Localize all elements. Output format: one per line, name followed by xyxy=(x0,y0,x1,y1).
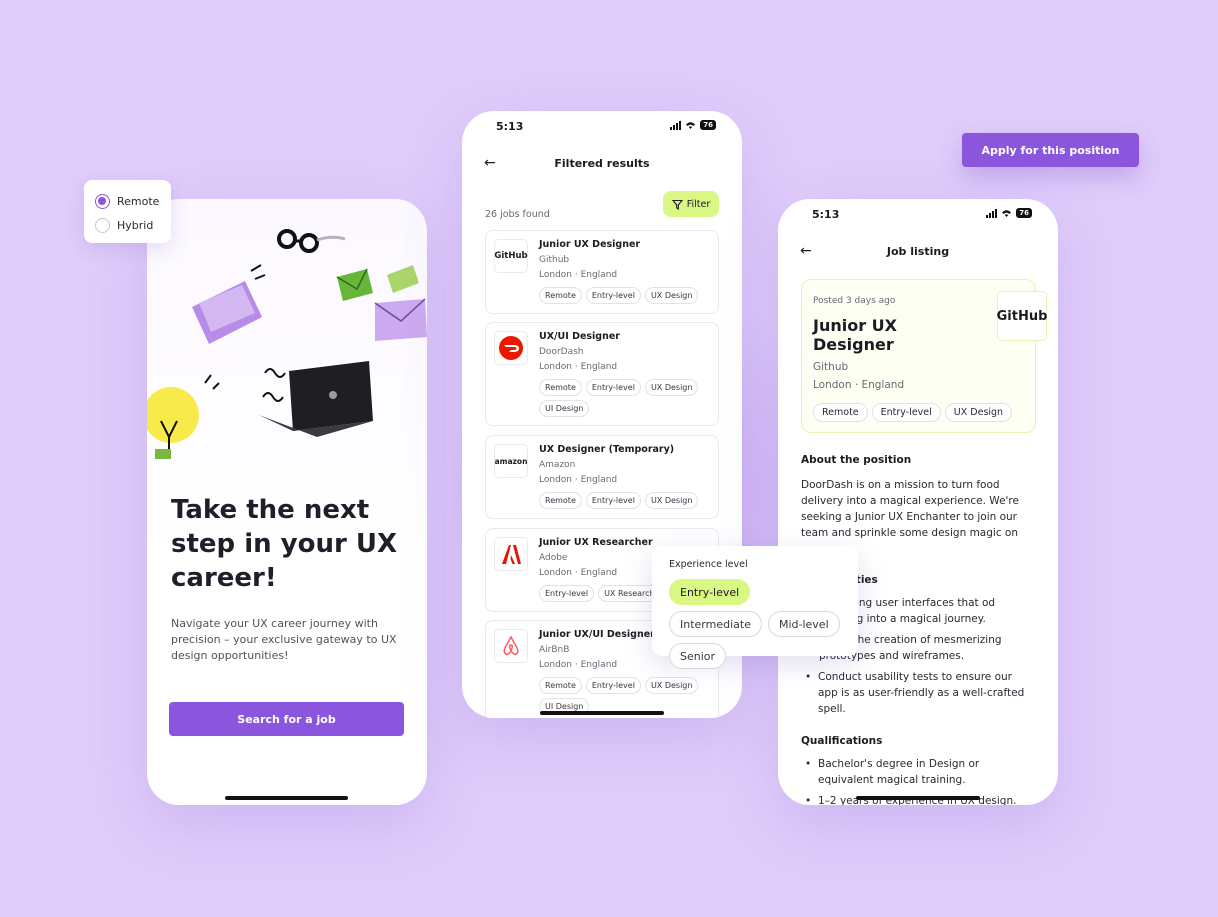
jobs-count: 26 jobs found xyxy=(485,209,550,220)
hero-title: Take the next step in your UX career! xyxy=(171,495,398,593)
apply-button[interactable]: Apply for this position xyxy=(962,133,1139,167)
chip-senior[interactable]: Senior xyxy=(669,643,727,669)
job-location: London · England xyxy=(539,270,618,280)
doordash-icon xyxy=(499,336,523,360)
doordash-logo xyxy=(494,331,528,365)
work-type-card: Remote Hybrid xyxy=(84,180,171,243)
job-company: Adobe xyxy=(539,553,568,563)
amazon-logo: amazon xyxy=(494,444,528,478)
wifi-icon xyxy=(686,121,696,129)
signal-icon xyxy=(986,208,998,218)
battery-icon: 76 xyxy=(700,120,716,130)
job-title: UX Designer (Temporary) xyxy=(539,444,675,455)
airbnb-icon xyxy=(503,635,519,656)
job-location: London · England xyxy=(539,362,618,372)
chip-entry-level[interactable]: Entry-level xyxy=(669,579,751,605)
job-tag: UX Design xyxy=(944,403,1013,422)
radio-button-selected[interactable] xyxy=(95,193,110,209)
job-location: London · England xyxy=(813,379,905,391)
chip-mid-level[interactable]: Mid-level xyxy=(767,611,840,637)
glasses-icon xyxy=(277,229,346,253)
radio-label-hybrid: Hybrid xyxy=(117,218,154,232)
job-tag: Entry-level xyxy=(585,492,641,509)
job-location: London · England xyxy=(539,660,618,670)
adobe-logo xyxy=(494,537,528,571)
home-indicator xyxy=(856,796,980,800)
job-company: Amazon xyxy=(539,460,576,470)
folder-icon xyxy=(192,264,266,344)
job-tag: Entry-level xyxy=(585,287,641,304)
job-tag: Remote xyxy=(539,379,582,396)
job-tag: Entry-level xyxy=(585,677,641,694)
radio-remote[interactable]: Remote xyxy=(95,189,160,213)
posted-date: Posted 3 days ago xyxy=(813,296,896,306)
radio-button[interactable] xyxy=(95,217,110,233)
job-company: Github xyxy=(813,361,849,373)
hero-description: Navigate your UX career journey with pre… xyxy=(171,617,397,662)
wifi-icon xyxy=(1002,209,1012,217)
about-text: DoorDash is on a mission to turn food de… xyxy=(801,479,1019,539)
qualifications-heading: Qualifications xyxy=(801,735,883,747)
home-indicator xyxy=(540,711,664,715)
job-title: UX/UI Designer xyxy=(539,331,620,342)
laptop-icon xyxy=(259,361,373,437)
about-heading: About the position xyxy=(801,454,912,466)
job-tag: Remote xyxy=(539,677,582,694)
job-company: Github xyxy=(539,255,570,265)
experience-filter-card: Experience level Entry-level Intermediat… xyxy=(652,546,858,669)
page-title: Job listing xyxy=(886,245,950,258)
page-title: Filtered results xyxy=(554,157,650,170)
job-tag: UX Design xyxy=(644,379,699,396)
job-card[interactable]: amazon UX Designer (Temporary) Amazon Lo… xyxy=(485,435,719,519)
filter-icon xyxy=(671,199,683,210)
status-time: 5:13 xyxy=(812,208,840,221)
home-indicator xyxy=(225,796,348,800)
github-logo: GitHub xyxy=(997,291,1047,341)
job-tag: Remote xyxy=(539,492,582,509)
job-title: Junior UX/UI Designer xyxy=(539,629,655,640)
job-card[interactable]: UX/UI Designer DoorDash London · England… xyxy=(485,322,719,426)
job-title: Junior UX Researcher xyxy=(539,537,653,548)
job-location: London · England xyxy=(539,568,618,578)
radio-hybrid[interactable]: Hybrid xyxy=(95,213,160,237)
filter-label: Filter xyxy=(686,198,711,210)
job-tag: Entry-level xyxy=(871,403,941,422)
envelope-icon xyxy=(336,265,427,341)
job-summary-card: Posted 3 days ago Junior UX Designer Git… xyxy=(801,279,1047,433)
job-tag: UX Design xyxy=(644,287,699,304)
job-title: Junior UX Designer xyxy=(813,316,897,354)
job-tag: Entry-level xyxy=(539,585,595,602)
job-title: Junior UX Designer xyxy=(539,239,641,250)
status-time: 5:13 xyxy=(496,120,524,133)
listing-screen: 5:13 76 ← Job listing Posted 3 days ago … xyxy=(778,199,1058,805)
filter-button[interactable]: Filter xyxy=(663,191,719,217)
career-illustration xyxy=(147,229,427,459)
battery-icon: 76 xyxy=(1016,208,1032,218)
job-company: DoorDash xyxy=(539,347,584,357)
job-location: London · England xyxy=(539,475,618,485)
job-tag: Entry-level xyxy=(585,379,641,396)
airbnb-logo xyxy=(494,629,528,663)
signal-icon xyxy=(670,120,682,130)
radio-label-remote: Remote xyxy=(117,194,160,208)
responsibility-item: Conduct usability tests to ensure our ap… xyxy=(805,669,1035,717)
chip-intermediate[interactable]: Intermediate xyxy=(669,611,762,637)
github-logo: GitHub xyxy=(494,239,528,273)
job-card[interactable]: GitHub Junior UX Designer Github London … xyxy=(485,230,719,314)
onboarding-screen: Take the next step in your UX career! Na… xyxy=(147,199,427,805)
status-bar: 5:13 76 xyxy=(462,111,742,141)
job-tag: Remote xyxy=(539,287,582,304)
qualification-item: Bachelor's degree in Design or equivalen… xyxy=(805,756,1035,788)
job-tag: UX Design xyxy=(644,492,699,509)
status-bar: 5:13 76 xyxy=(778,199,1058,229)
job-tag: UI Design xyxy=(539,400,590,417)
experience-title: Experience level xyxy=(669,559,748,570)
lightbulb-icon xyxy=(147,374,220,459)
job-tag: Remote xyxy=(813,403,868,422)
job-tag: UX Design xyxy=(644,677,699,694)
search-job-button[interactable]: Search for a job xyxy=(169,702,404,736)
job-company: AirBnB xyxy=(539,645,570,655)
adobe-icon xyxy=(502,545,521,564)
